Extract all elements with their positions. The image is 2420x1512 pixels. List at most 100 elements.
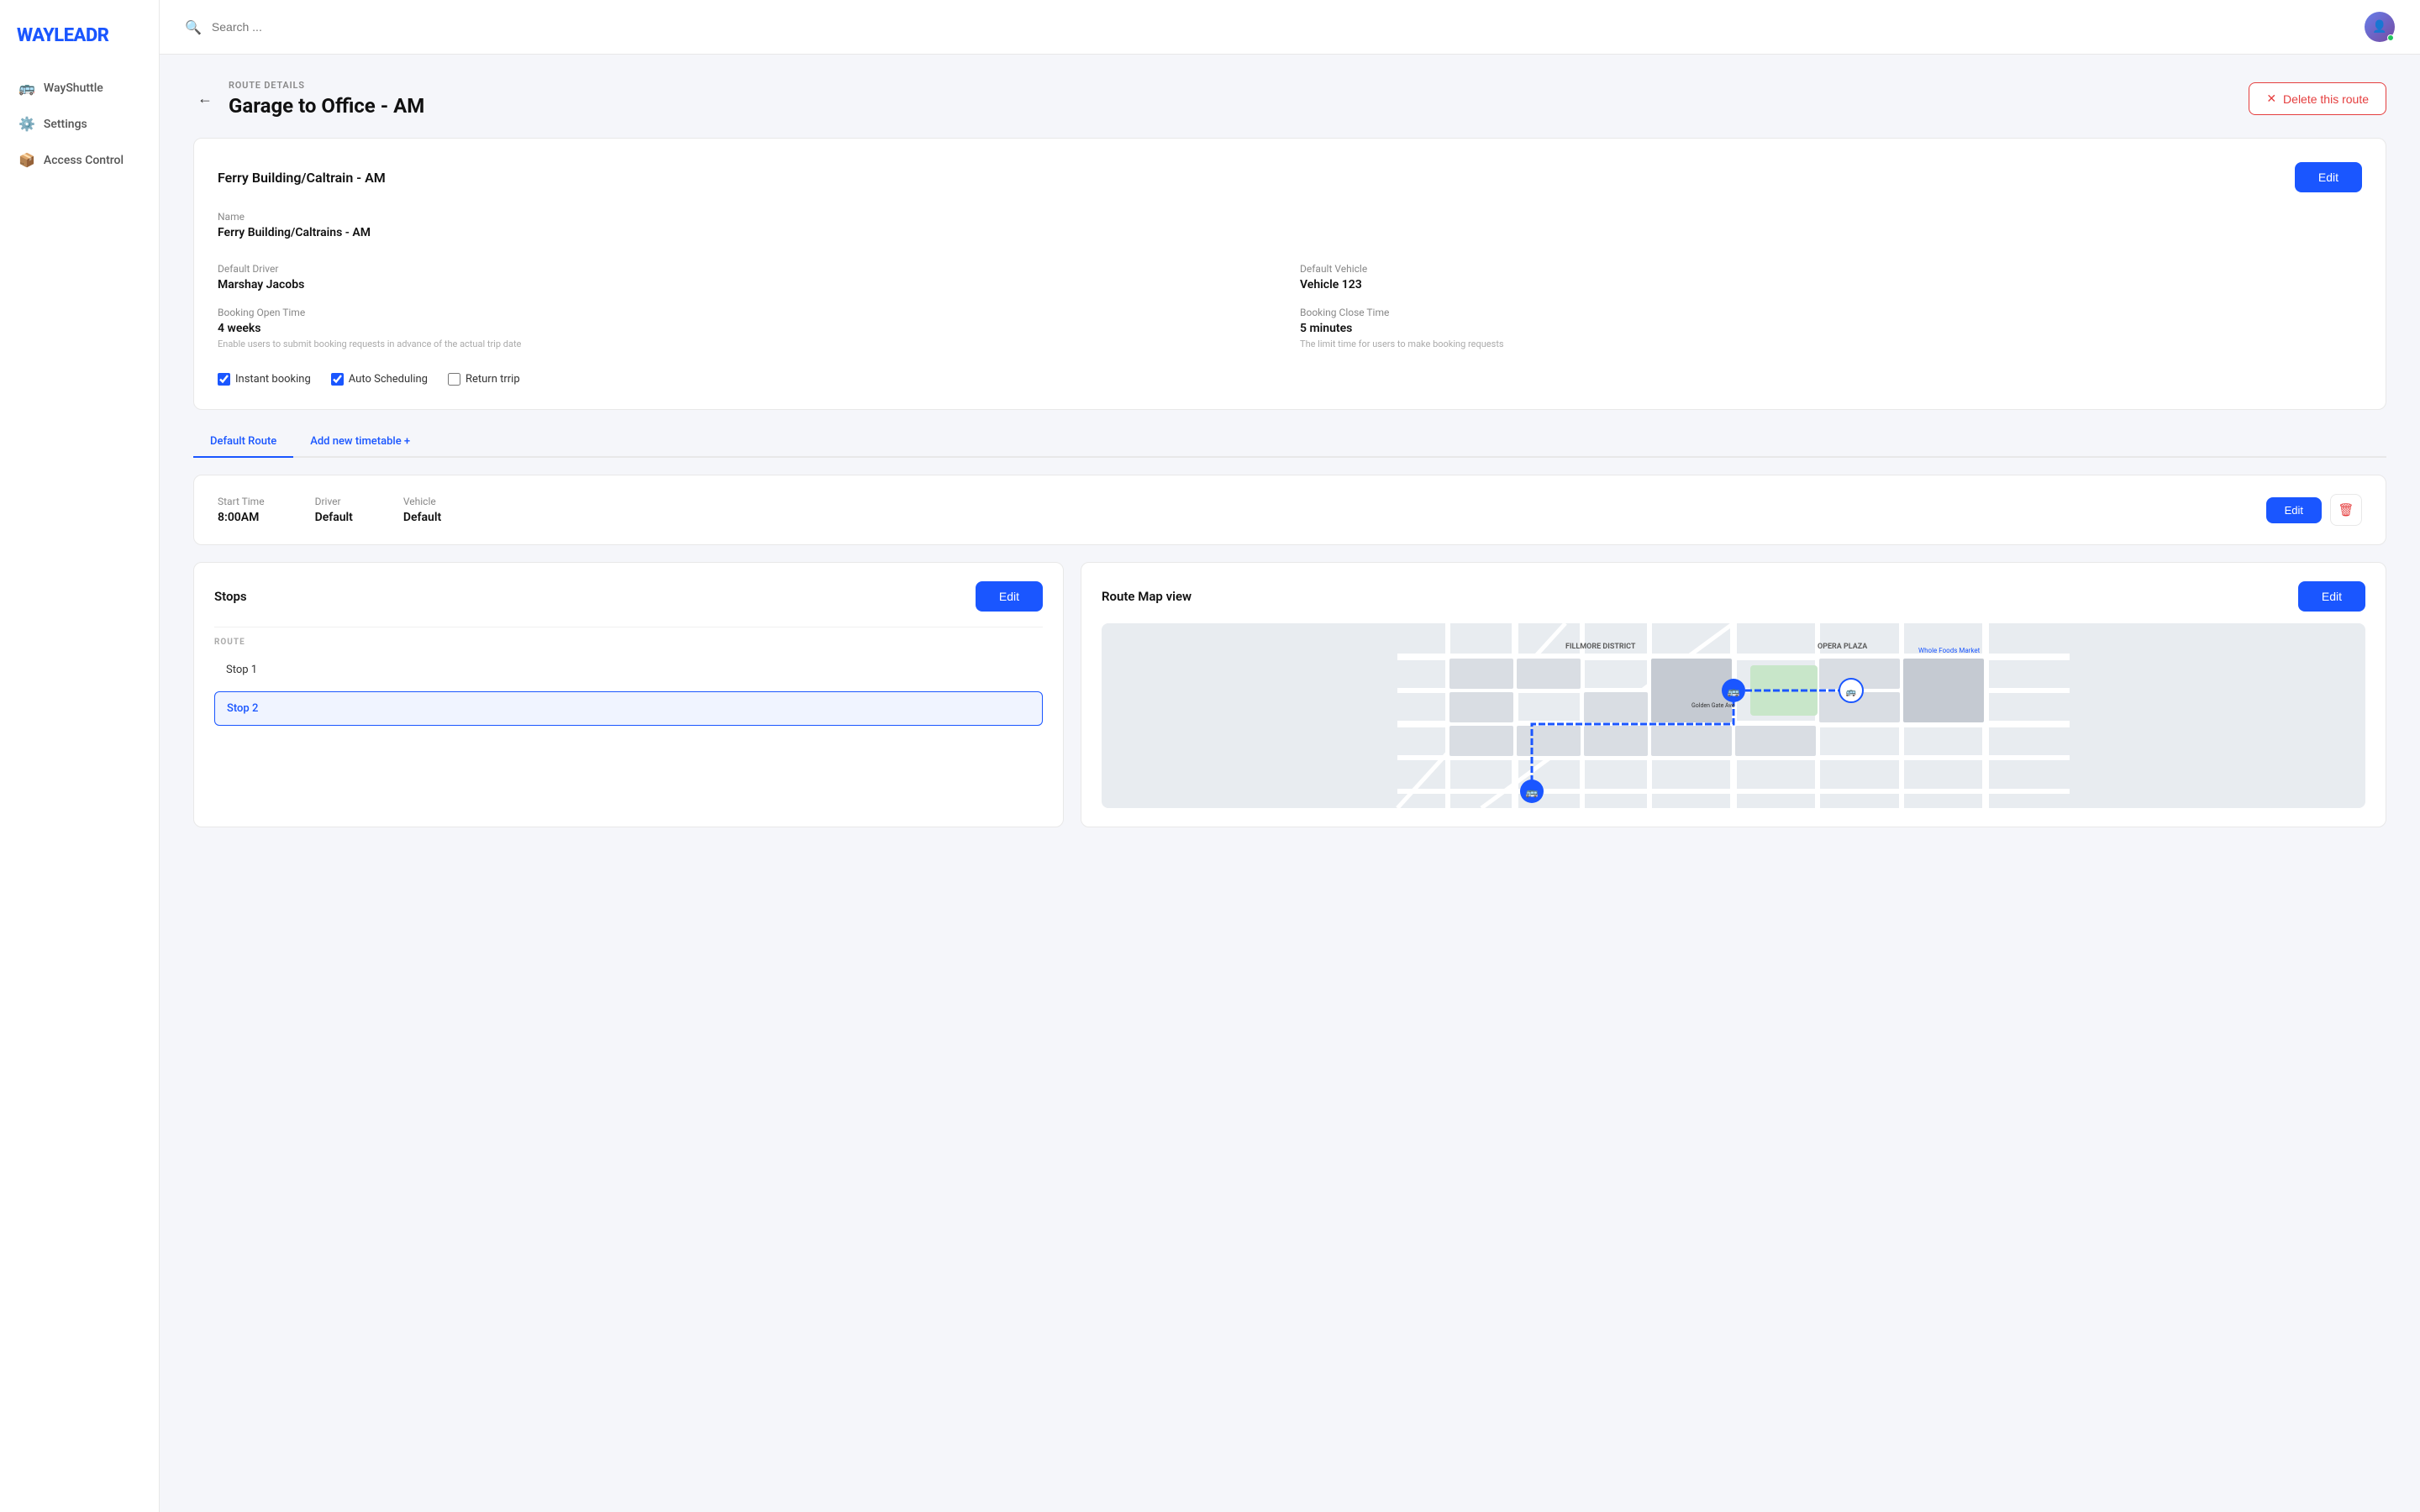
page-title-block: ROUTE DETAILS Garage to Office - AM: [229, 80, 424, 118]
timetable-driver-label: Driver: [315, 496, 353, 507]
header: 🔍 👤: [160, 0, 2420, 55]
auto-scheduling-checkbox[interactable]: [331, 373, 344, 386]
route-edit-button[interactable]: Edit: [2295, 162, 2362, 192]
bottom-grid: Stops Edit ROUTE Stop 1 Stop 2 Route Map…: [193, 562, 2386, 827]
logo: WAYLEADR: [0, 17, 159, 71]
avatar[interactable]: 👤: [2365, 12, 2395, 42]
default-vehicle-field: Default Vehicle Vehicle 123: [1300, 263, 2362, 291]
instant-booking-checkbox-label[interactable]: Instant booking: [218, 373, 311, 386]
booking-open-field: Booking Open Time 4 weeks Enable users t…: [218, 307, 1280, 349]
default-vehicle-label: Default Vehicle: [1300, 263, 2362, 275]
stop-item-1[interactable]: Stop 1: [214, 654, 1043, 686]
booking-close-field: Booking Close Time 5 minutes The limit t…: [1300, 307, 2362, 349]
sidebar-item-access-control-label: Access Control: [44, 154, 124, 167]
sidebar-navigation: 🚌 WayShuttle ⚙️ Settings 📦 Access Contro…: [0, 71, 159, 176]
booking-open-hint: Enable users to submit booking requests …: [218, 339, 1280, 349]
instant-booking-label: Instant booking: [235, 373, 311, 386]
delete-route-button[interactable]: ✕ Delete this route: [2249, 82, 2386, 115]
content-area: ← ROUTE DETAILS Garage to Office - AM ✕ …: [160, 55, 2420, 1512]
page-breadcrumb: ROUTE DETAILS: [229, 80, 424, 91]
search-icon: 🔍: [185, 19, 202, 35]
stops-edit-button[interactable]: Edit: [976, 581, 1043, 612]
svg-text:🚌: 🚌: [1526, 786, 1539, 798]
header-right: 👤: [2365, 12, 2395, 42]
back-button[interactable]: ←: [193, 87, 217, 111]
sidebar-item-settings[interactable]: ⚙️ Settings: [8, 108, 150, 140]
checkbox-row: Instant booking Auto Scheduling Return t…: [218, 373, 2362, 386]
map-svg: 🚌 🚌 🚌 FILLMORE DISTRICT OPERA PLAZA Whol…: [1102, 623, 2365, 808]
tab-add-timetable[interactable]: Add new timetable +: [293, 427, 427, 458]
page-header: ← ROUTE DETAILS Garage to Office - AM ✕ …: [193, 80, 2386, 118]
map-title: Route Map view: [1102, 589, 1192, 604]
delete-route-icon: ✕: [2266, 92, 2276, 106]
driver-vehicle-row: Default Driver Marshay Jacobs Default Ve…: [218, 263, 2362, 291]
route-name-value: Ferry Building/Caltrains - AM: [218, 226, 2362, 239]
return-trip-label: Return trrip: [466, 373, 520, 386]
svg-text:Whole Foods Market: Whole Foods Market: [1918, 647, 1981, 654]
timetable-actions: Edit 🗑: [2266, 494, 2362, 526]
booking-times-row: Booking Open Time 4 weeks Enable users t…: [218, 307, 2362, 349]
default-driver-label: Default Driver: [218, 263, 1280, 275]
stops-header: Stops Edit: [214, 581, 1043, 612]
timetable-edit-button[interactable]: Edit: [2266, 497, 2322, 523]
stop-item-2[interactable]: Stop 2: [214, 691, 1043, 726]
start-time-field: Start Time 8:00AM: [218, 496, 265, 524]
main-content: 🔍 👤 ← ROUTE DETAILS Garage to Office - A…: [160, 0, 2420, 1512]
timetable-fields: Start Time 8:00AM Driver Default Vehicle…: [218, 496, 441, 524]
stops-card: Stops Edit ROUTE Stop 1 Stop 2: [193, 562, 1064, 827]
sidebar-item-settings-label: Settings: [44, 118, 87, 131]
return-trip-checkbox-label[interactable]: Return trrip: [448, 373, 520, 386]
avatar-initials: 👤: [2372, 20, 2386, 34]
avatar-online-dot: [2387, 34, 2394, 41]
sidebar: WAYLEADR 🚌 WayShuttle ⚙️ Settings 📦 Acce…: [0, 0, 160, 1512]
svg-text:Golden Gate Ave: Golden Gate Ave: [1691, 702, 1735, 709]
booking-close-value: 5 minutes: [1300, 322, 2362, 335]
start-time-label: Start Time: [218, 496, 265, 507]
timetable-delete-button[interactable]: 🗑: [2330, 494, 2362, 526]
timetable-driver-value: Default: [315, 511, 353, 524]
return-trip-checkbox[interactable]: [448, 373, 460, 386]
svg-text:OPERA PLAZA: OPERA PLAZA: [1818, 643, 1867, 651]
booking-open-value: 4 weeks: [218, 322, 1280, 335]
timetable-vehicle-field: Vehicle Default: [403, 496, 441, 524]
route-label: ROUTE: [214, 627, 1043, 647]
map-edit-button[interactable]: Edit: [2298, 581, 2365, 612]
wayshuttle-icon: 🚌: [18, 80, 35, 96]
stops-title: Stops: [214, 589, 247, 604]
tab-default-route[interactable]: Default Route: [193, 427, 293, 458]
timetable-driver-field: Driver Default: [315, 496, 353, 524]
sidebar-item-wayshuttle[interactable]: 🚌 WayShuttle: [8, 71, 150, 104]
sidebar-item-wayshuttle-label: WayShuttle: [44, 81, 103, 95]
auto-scheduling-label: Auto Scheduling: [349, 373, 428, 386]
map-header: Route Map view Edit: [1102, 581, 2365, 612]
route-info-grid: Name Ferry Building/Caltrains - AM Defau…: [218, 211, 2362, 386]
map-card: Route Map view Edit: [1081, 562, 2386, 827]
booking-open-label: Booking Open Time: [218, 307, 1280, 318]
logo-text: WAYLEADR: [17, 25, 142, 46]
svg-text:🚌: 🚌: [1846, 688, 1857, 697]
sidebar-item-access-control[interactable]: 📦 Access Control: [8, 144, 150, 176]
timetable-delete-icon: 🗑: [2338, 502, 2354, 517]
instant-booking-checkbox[interactable]: [218, 373, 230, 386]
map-container[interactable]: 🚌 🚌 🚌 FILLMORE DISTRICT OPERA PLAZA Whol…: [1102, 623, 2365, 808]
timetable-card: Start Time 8:00AM Driver Default Vehicle…: [193, 475, 2386, 545]
route-card-header: Ferry Building/Caltrain - AM Edit: [218, 162, 2362, 192]
search-input[interactable]: [212, 20, 464, 34]
default-driver-field: Default Driver Marshay Jacobs: [218, 263, 1280, 291]
page-title: Garage to Office - AM: [229, 94, 424, 118]
timetable-vehicle-label: Vehicle: [403, 496, 441, 507]
booking-close-hint: The limit time for users to make booking…: [1300, 339, 2362, 349]
page-header-left: ← ROUTE DETAILS Garage to Office - AM: [193, 80, 424, 118]
default-vehicle-value: Vehicle 123: [1300, 278, 2362, 291]
tabs-row: Default Route Add new timetable +: [193, 427, 2386, 458]
start-time-value: 8:00AM: [218, 511, 265, 524]
default-driver-value: Marshay Jacobs: [218, 278, 1280, 291]
route-name-label: Name: [218, 211, 2362, 223]
route-card-title: Ferry Building/Caltrain - AM: [218, 170, 386, 186]
route-name-field: Name Ferry Building/Caltrains - AM: [218, 211, 2362, 239]
svg-text:🚌: 🚌: [1728, 685, 1740, 697]
timetable-row: Start Time 8:00AM Driver Default Vehicle…: [218, 494, 2362, 526]
booking-close-label: Booking Close Time: [1300, 307, 2362, 318]
auto-scheduling-checkbox-label[interactable]: Auto Scheduling: [331, 373, 428, 386]
access-control-icon: 📦: [18, 152, 35, 168]
